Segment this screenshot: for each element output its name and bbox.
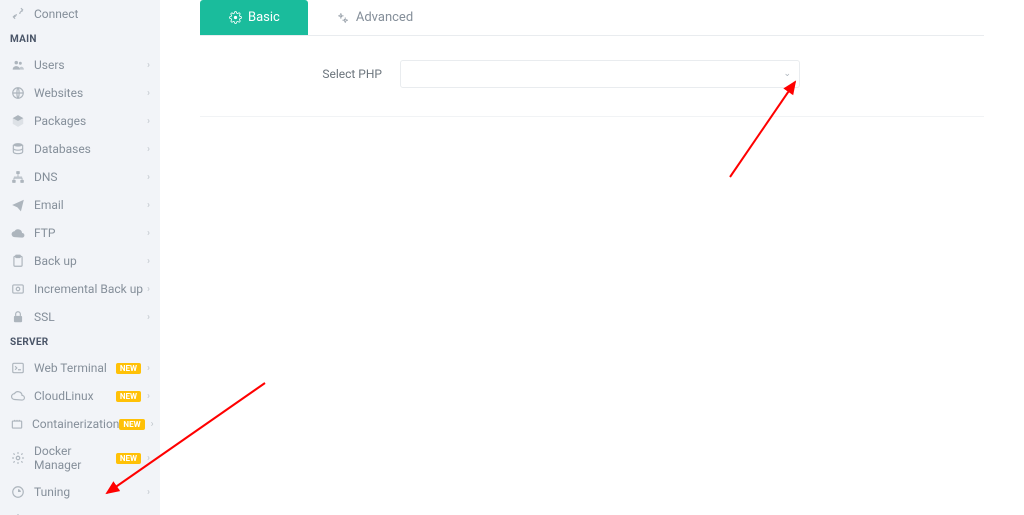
chevron-right-icon: › [147,88,150,99]
sidebar-label: Back up [34,254,147,268]
sidebar-label: DNS [34,170,147,184]
main-content: Basic Advanced Select PHP ⌄ [160,0,1024,117]
chevron-right-icon: › [147,228,150,239]
select-php-dropdown[interactable]: ⌄ [400,60,800,88]
sidebar-label: CloudLinux [34,389,116,403]
sidebar-label: Email [34,198,147,212]
sidebar-item-tuning[interactable]: Tuning › [0,478,160,506]
users-icon [10,57,26,73]
terminal-icon [10,360,26,376]
sidebar-label: SSL [34,310,147,324]
new-badge: NEW [116,453,141,464]
sidebar-item-cloudlinux[interactable]: CloudLinux NEW › [0,382,160,410]
sidebar-label: Connect [34,7,150,21]
chevron-right-icon: › [147,391,150,402]
tab-basic[interactable]: Basic [200,0,308,35]
sidebar-item-users[interactable]: Users › [0,51,160,79]
chevron-right-icon: › [147,453,150,464]
chevron-right-icon: › [147,172,150,183]
new-badge: NEW [116,363,141,374]
cloud-icon [10,388,26,404]
chevron-right-icon: › [147,363,150,374]
chevron-right-icon: › [147,284,150,295]
chevron-right-icon: › [151,419,154,430]
sidebar-label: Websites [34,86,147,100]
sidebar-label: Databases [34,142,147,156]
gear-icon [228,11,242,25]
sidebar-label: Docker Manager [34,444,116,472]
tab-advanced[interactable]: Advanced [308,0,441,35]
sidebar-item-packages[interactable]: Packages › [0,107,160,135]
sidebar-item-docker[interactable]: Docker Manager NEW › [0,438,160,478]
sidebar: Connect MAIN Users › Websites › Packages… [0,0,160,515]
sidebar-label: Tuning [34,485,147,499]
clipboard-icon [10,253,26,269]
sidebar-item-databases[interactable]: Databases › [0,135,160,163]
plug-icon [10,6,26,22]
tabs: Basic Advanced [200,0,984,36]
sidebar-item-ssl[interactable]: SSL › [0,303,160,331]
sidebar-label: Containerization [32,417,119,431]
sidebar-item-web-terminal[interactable]: Web Terminal NEW › [0,354,160,382]
sidebar-item-containerization[interactable]: Containerization NEW › [0,410,160,438]
lock-icon [10,309,26,325]
sitemap-icon [10,169,26,185]
gears-icon [336,11,350,25]
sidebar-header-server: SERVER [0,331,160,354]
new-badge: NEW [116,391,141,402]
chevron-right-icon: › [147,60,150,71]
tab-label: Basic [248,10,280,25]
form-row-select-php: Select PHP ⌄ [200,36,984,117]
new-badge: NEW [119,419,144,430]
sidebar-item-incremental-backup[interactable]: Incremental Back up › [0,275,160,303]
chevron-right-icon: › [147,312,150,323]
paper-plane-icon [10,197,26,213]
chevron-right-icon: › [147,256,150,267]
sidebar-item-dns[interactable]: DNS › [0,163,160,191]
chevron-down-icon: ⌄ [783,69,791,79]
sidebar-header-main: MAIN [0,28,160,51]
database-icon [10,141,26,157]
sidebar-item-backup[interactable]: Back up › [0,247,160,275]
sidebar-item-connect[interactable]: Connect [0,0,160,28]
sidebar-item-websites[interactable]: Websites › [0,79,160,107]
sidebar-label: Users [34,58,147,72]
sidebar-label: Incremental Back up [34,282,147,296]
sidebar-label: Web Terminal [34,361,116,375]
disk-icon [10,281,26,297]
cloud-icon [10,225,26,241]
tab-label: Advanced [356,10,413,25]
chevron-right-icon: › [147,116,150,127]
sidebar-item-ftp[interactable]: FTP › [0,219,160,247]
select-php-label: Select PHP [220,67,400,81]
sidebar-item-email[interactable]: Email › [0,191,160,219]
container-icon [10,416,24,432]
sidebar-label: FTP [34,226,147,240]
chevron-right-icon: › [147,200,150,211]
gear-icon [10,450,26,466]
chevron-right-icon: › [147,144,150,155]
chevron-right-icon: › [147,487,150,498]
sidebar-label: Packages [34,114,147,128]
globe-icon [10,85,26,101]
sidebar-item-server-status[interactable]: Server Status › [0,506,160,515]
package-icon [10,113,26,129]
gauge-icon [10,484,26,500]
